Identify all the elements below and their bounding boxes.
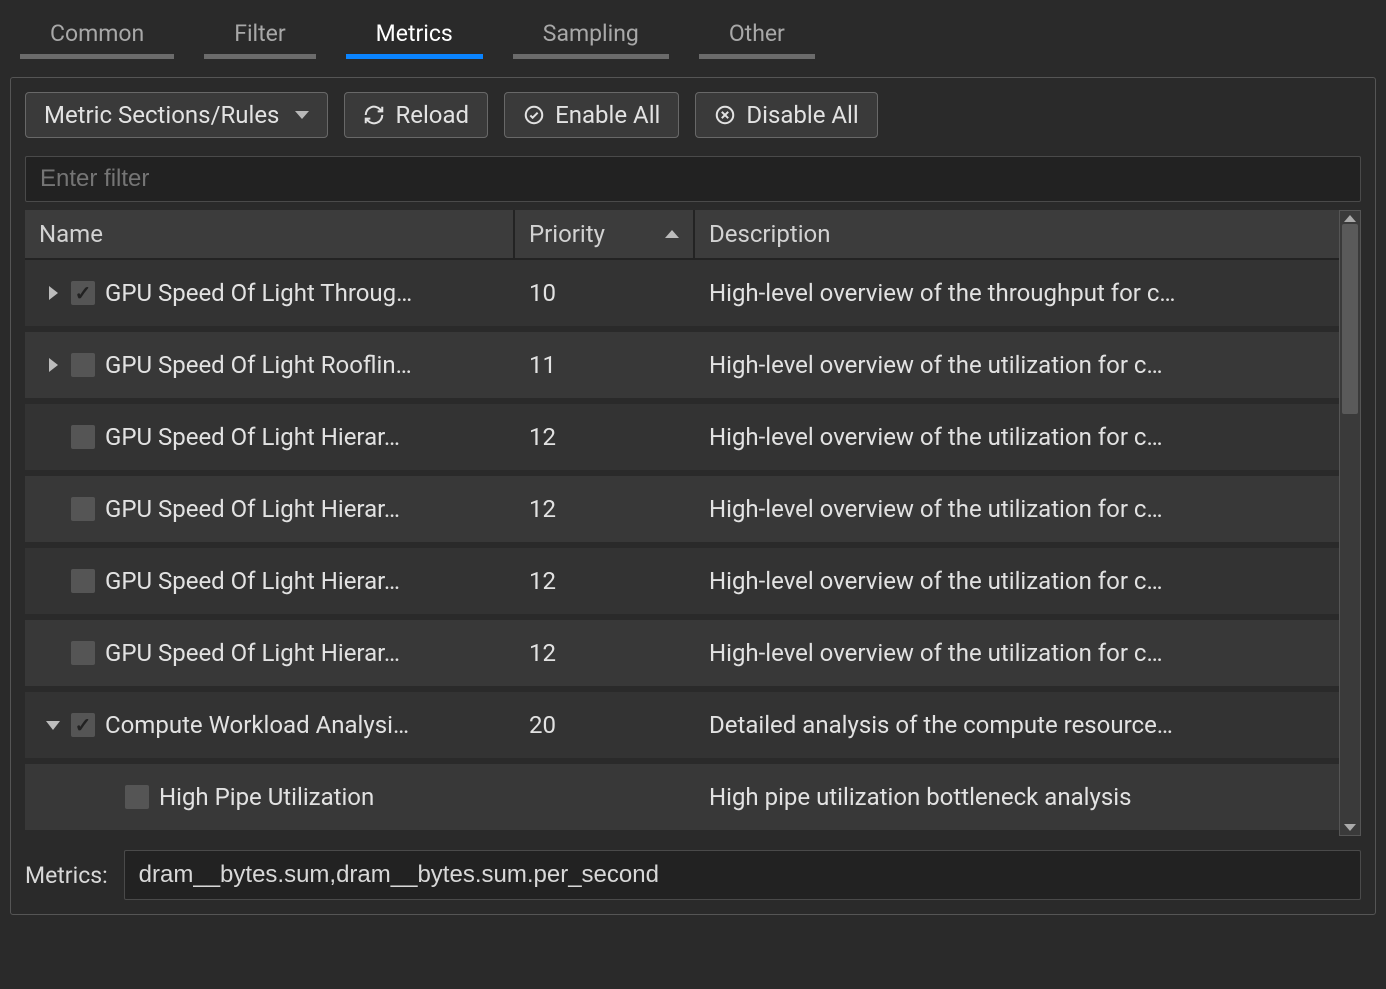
table-row[interactable]: GPU Speed Of Light Hierar… 12High-level o… [25, 548, 1339, 620]
x-circle-icon [714, 104, 736, 126]
cell-name: GPU Speed Of Light Hierar… [25, 567, 515, 595]
row-checkbox[interactable] [71, 569, 95, 593]
table-row[interactable]: GPU Speed Of Light Hierar… 12High-level o… [25, 404, 1339, 476]
cell-name: GPU Speed Of Light Hierar… [25, 639, 515, 667]
table-row[interactable]: GPU Speed Of Light Rooflin… 11High-level … [25, 332, 1339, 404]
table-row[interactable]: Compute Workload Analysi… 20Detailed anal… [25, 692, 1339, 764]
cell-priority: 12 [515, 495, 695, 523]
column-header-name-label: Name [39, 220, 103, 248]
cell-description: High-level overview of the utilization f… [695, 567, 1339, 595]
cell-name: GPU Speed Of Light Hierar… [25, 495, 515, 523]
scroll-up-icon [1344, 215, 1356, 222]
tab-filter[interactable]: Filter [204, 14, 315, 57]
cell-description: High-level overview of the utilization f… [695, 495, 1339, 523]
enable-all-label: Enable All [555, 101, 660, 129]
cell-priority: 10 [515, 279, 695, 307]
toolbar: Metric Sections/Rules Reload Enable All … [25, 92, 1361, 138]
cell-priority: 12 [515, 423, 695, 451]
cell-priority: 11 [515, 351, 695, 379]
cell-description: High-level overview of the utilization f… [695, 639, 1339, 667]
table-row[interactable]: High Pipe Utilization High pipe utilizati… [25, 764, 1339, 836]
row-name-label: GPU Speed Of Light Hierar… [105, 495, 400, 523]
metrics-table: Name Priority Description GPU Speed Of L… [25, 210, 1361, 836]
sections-dropdown[interactable]: Metric Sections/Rules [25, 92, 328, 138]
row-name-label: Compute Workload Analysi… [105, 711, 409, 739]
filter-input[interactable] [25, 156, 1361, 202]
cell-name: Compute Workload Analysi… [25, 711, 515, 739]
scroll-down-icon [1344, 824, 1356, 831]
row-checkbox[interactable] [71, 641, 95, 665]
enable-all-button[interactable]: Enable All [504, 92, 679, 138]
row-name-label: GPU Speed Of Light Throug… [105, 279, 412, 307]
table-row[interactable]: GPU Speed Of Light Hierar… 12High-level o… [25, 620, 1339, 692]
cell-priority: 12 [515, 639, 695, 667]
check-circle-icon [523, 104, 545, 126]
row-name-label: High Pipe Utilization [159, 783, 374, 811]
column-header-description[interactable]: Description [695, 210, 1339, 258]
sections-dropdown-label: Metric Sections/Rules [44, 101, 279, 129]
table-header: Name Priority Description [25, 210, 1339, 260]
column-header-priority-label: Priority [529, 220, 605, 248]
metrics-panel: Metric Sections/Rules Reload Enable All … [10, 77, 1376, 915]
table-row[interactable]: GPU Speed Of Light Throug… 10High-level o… [25, 260, 1339, 332]
row-checkbox[interactable] [71, 425, 95, 449]
row-name-label: GPU Speed Of Light Hierar… [105, 567, 400, 595]
metrics-label: Metrics: [25, 862, 108, 889]
disable-all-button[interactable]: Disable All [695, 92, 877, 138]
tab-bar: Common Filter Metrics Sampling Other [10, 0, 1376, 57]
row-checkbox[interactable] [125, 785, 149, 809]
cell-priority: 12 [515, 567, 695, 595]
reload-icon [363, 104, 385, 126]
tab-metrics[interactable]: Metrics [346, 14, 483, 57]
row-name-label: GPU Speed Of Light Hierar… [105, 423, 400, 451]
cell-description: High-level overview of the utilization f… [695, 351, 1339, 379]
tab-common[interactable]: Common [20, 14, 174, 57]
reload-label: Reload [395, 101, 469, 129]
metrics-input[interactable] [124, 850, 1361, 900]
tab-other[interactable]: Other [699, 14, 815, 57]
cell-description: High-level overview of the throughput fo… [695, 279, 1339, 307]
expand-icon[interactable] [45, 286, 61, 300]
row-checkbox[interactable] [71, 713, 95, 737]
cell-name: GPU Speed Of Light Rooflin… [25, 351, 515, 379]
row-name-label: GPU Speed Of Light Rooflin… [105, 351, 412, 379]
cell-priority: 20 [515, 711, 695, 739]
row-checkbox[interactable] [71, 281, 95, 305]
sort-ascending-icon [665, 230, 679, 238]
collapse-icon[interactable] [45, 721, 61, 730]
scroll-thumb[interactable] [1342, 224, 1358, 414]
cell-description: Detailed analysis of the compute resourc… [695, 711, 1339, 739]
row-checkbox[interactable] [71, 353, 95, 377]
tab-sampling[interactable]: Sampling [513, 14, 669, 57]
vertical-scrollbar[interactable] [1339, 210, 1361, 836]
disable-all-label: Disable All [746, 101, 858, 129]
column-header-description-label: Description [709, 220, 831, 248]
cell-name: GPU Speed Of Light Hierar… [25, 423, 515, 451]
column-header-priority[interactable]: Priority [515, 210, 695, 258]
table-row[interactable]: GPU Speed Of Light Hierar… 12High-level o… [25, 476, 1339, 548]
reload-button[interactable]: Reload [344, 92, 488, 138]
metrics-bar: Metrics: [25, 850, 1361, 900]
cell-name: High Pipe Utilization [25, 783, 515, 811]
row-name-label: GPU Speed Of Light Hierar… [105, 639, 400, 667]
column-header-name[interactable]: Name [25, 210, 515, 258]
expand-icon[interactable] [45, 358, 61, 372]
row-checkbox[interactable] [71, 497, 95, 521]
cell-name: GPU Speed Of Light Throug… [25, 279, 515, 307]
cell-description: High pipe utilization bottleneck analysi… [695, 783, 1339, 811]
cell-description: High-level overview of the utilization f… [695, 423, 1339, 451]
chevron-down-icon [295, 111, 309, 119]
